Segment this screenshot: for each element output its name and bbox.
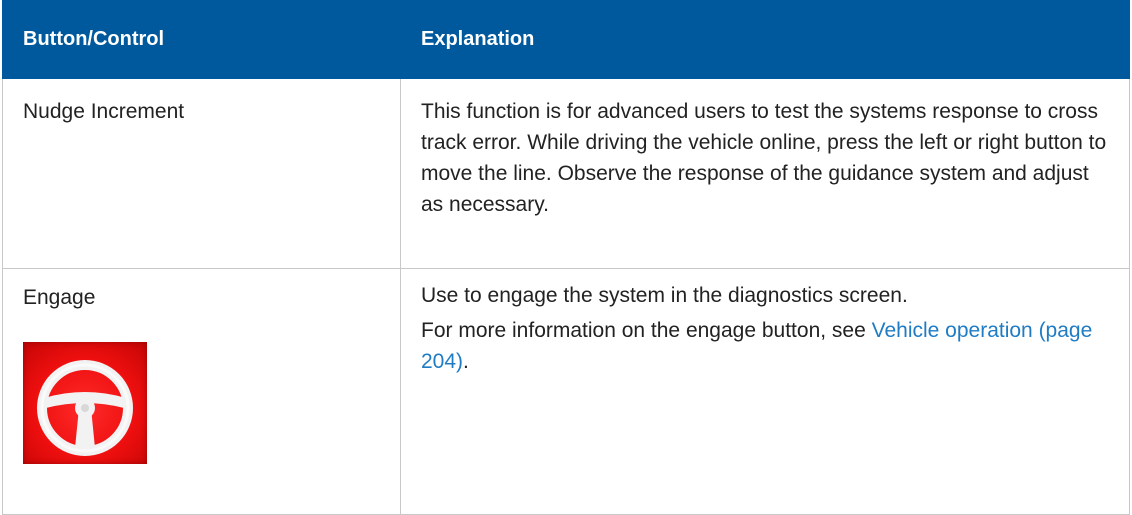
table-header-row: Button/Control Explanation bbox=[2, 0, 1130, 79]
engage-button-image bbox=[23, 342, 147, 464]
steering-wheel-icon bbox=[37, 360, 133, 456]
explanation-text: This function is for advanced users to t… bbox=[421, 100, 1107, 216]
control-explanation: Use to engage the system in the diagnost… bbox=[400, 268, 1130, 515]
table-row: Nudge Increment This function is for adv… bbox=[2, 78, 1130, 269]
explanation-text: Use to engage the system in the diagnost… bbox=[421, 284, 908, 307]
table-row: Engage Use to engage the system in the d… bbox=[2, 268, 1130, 515]
control-explanation: This function is for advanced users to t… bbox=[400, 78, 1130, 269]
header-button-control: Button/Control bbox=[2, 0, 401, 79]
control-name: Engage bbox=[23, 286, 96, 309]
more-info-prefix: For more information on the engage butto… bbox=[421, 319, 872, 342]
more-info-suffix: . bbox=[463, 350, 469, 373]
more-info-text: For more information on the engage butto… bbox=[421, 315, 1109, 377]
controls-table: Button/Control Explanation Nudge Increme… bbox=[2, 0, 1130, 515]
control-cell: Engage bbox=[2, 268, 401, 515]
header-explanation: Explanation bbox=[400, 0, 1130, 79]
control-name: Nudge Increment bbox=[2, 78, 401, 269]
